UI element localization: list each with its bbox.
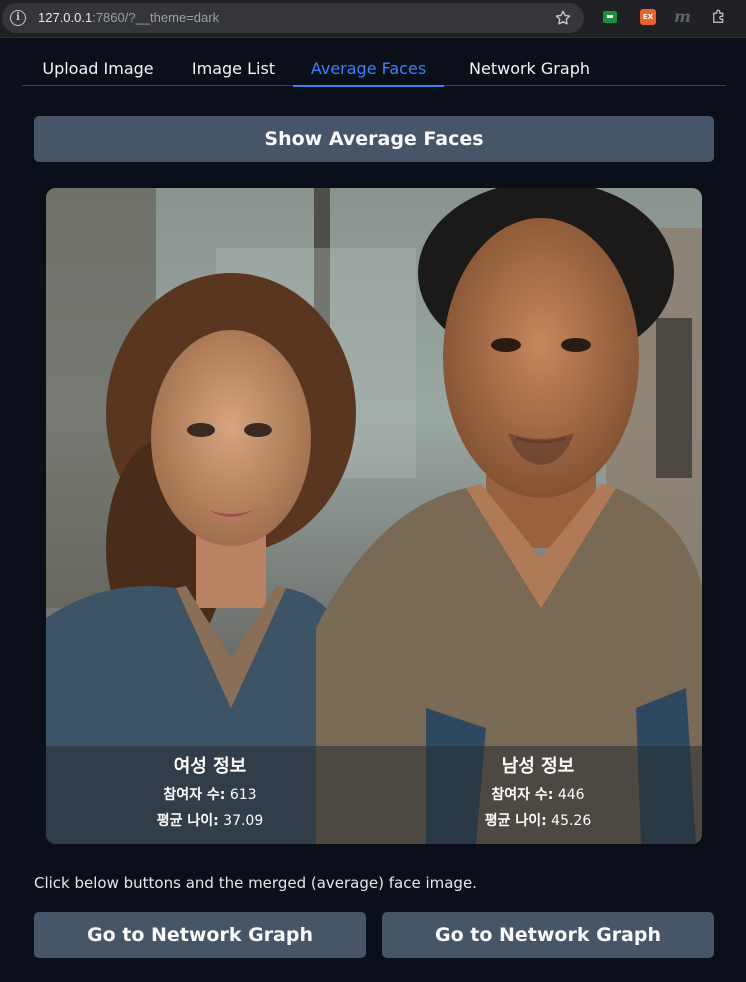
female-average-age-value: 37.09	[223, 813, 264, 829]
male-participants-label: 참여자 수:	[491, 787, 554, 803]
tab-image-list[interactable]: Image List	[174, 52, 293, 86]
url-text[interactable]: 127.0.0.1:7860/?__theme=dark	[38, 10, 219, 26]
go-to-network-graph-button-right[interactable]: Go to Network Graph	[382, 912, 714, 958]
female-info-title: 여성 정보	[173, 756, 247, 777]
address-bar[interactable]: i 127.0.0.1:7860/?__theme=dark	[2, 3, 584, 33]
instruction-text: Click below buttons and the merged (aver…	[34, 874, 477, 892]
tab-network-graph[interactable]: Network Graph	[444, 52, 615, 86]
extension-m-icon[interactable]: m	[674, 8, 691, 26]
tab-average-faces[interactable]: Average Faces	[293, 52, 444, 87]
extensions-puzzle-icon[interactable]	[710, 8, 728, 26]
male-participants: 참여자 수: 446	[374, 786, 702, 804]
url-host: 127.0.0.1	[38, 10, 93, 25]
bookmark-star-icon[interactable]	[554, 9, 572, 27]
female-participants: 참여자 수: 613	[46, 786, 374, 804]
browser-toolbar: i 127.0.0.1:7860/?__theme=dark EX m	[0, 0, 746, 38]
male-average-age-label: 평균 나이:	[484, 813, 547, 829]
female-participants-label: 참여자 수:	[163, 787, 226, 803]
male-average-age-value: 45.26	[551, 813, 592, 829]
average-face-image[interactable]: 여성 정보 참여자 수: 613 평균 나이: 37.09 남성 정보 참여자 …	[46, 188, 702, 844]
tab-upload-image[interactable]: Upload Image	[22, 52, 174, 86]
female-average-age-label: 평균 나이:	[156, 813, 219, 829]
male-info-title: 남성 정보	[501, 756, 575, 777]
male-participants-value: 446	[557, 787, 585, 803]
extension-ex-icon[interactable]: EX	[640, 9, 656, 25]
female-average-age: 평균 나이: 37.09	[46, 812, 374, 830]
go-to-network-graph-button-left[interactable]: Go to Network Graph	[34, 912, 366, 958]
male-info: 남성 정보 참여자 수: 446 평균 나이: 45.26	[374, 746, 702, 844]
female-participants-value: 613	[229, 787, 257, 803]
male-average-age: 평균 나이: 45.26	[374, 812, 702, 830]
show-average-faces-button[interactable]: Show Average Faces	[34, 116, 714, 162]
female-info: 여성 정보 참여자 수: 613 평균 나이: 37.09	[46, 746, 374, 844]
site-info-icon[interactable]: i	[10, 10, 26, 26]
tab-bar: Upload Image Image List Average Faces Ne…	[22, 52, 726, 87]
url-path: :7860/?__theme=dark	[92, 10, 220, 25]
extension-green-icon[interactable]	[603, 11, 617, 23]
